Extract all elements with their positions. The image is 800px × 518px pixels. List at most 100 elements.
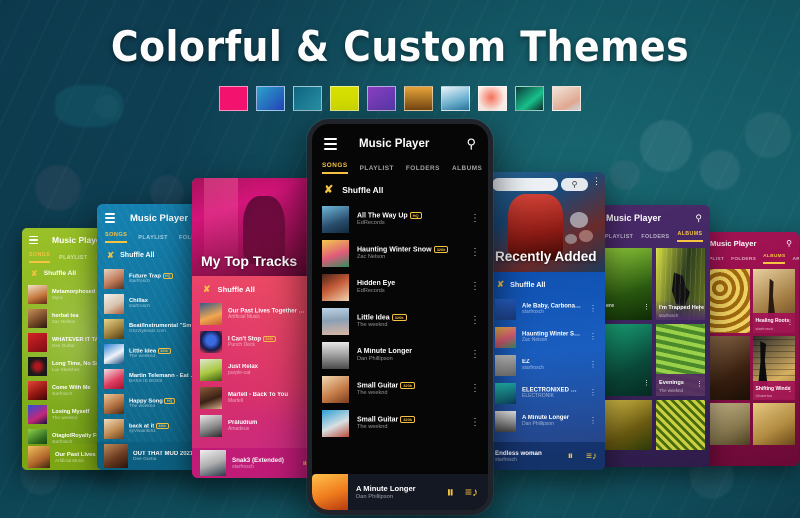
tab-playlist[interactable]: PLIST [709,257,724,262]
overflow-menu-icon[interactable]: ⋮ [589,304,597,313]
overflow-menu-icon[interactable]: ⋮ [787,387,793,393]
table-row[interactable]: Little Idea 320k The weeknd ⋮ [312,304,488,338]
overflow-menu-icon[interactable]: ⋮ [643,304,650,311]
overflow-menu-icon[interactable]: ⋮ [589,388,597,397]
overflow-menu-icon[interactable]: ⋮ [643,380,650,387]
list-item[interactable]: Ale Baby, Carbonara HQ starfrosch ⋮ [487,295,605,323]
search-icon[interactable]: ⚲ [786,239,792,248]
tab-playlist[interactable]: PLAYLIST [59,255,87,261]
search-input[interactable] [492,178,558,191]
overflow-menu-icon[interactable]: ⋮ [787,320,793,326]
list-item[interactable]: Haunting Winter Snow 320k Zac Nelson ⋮ [487,323,605,351]
list-item[interactable]: Beat/Instrumental "Smoke W... Grizzlybea… [97,316,205,341]
tab-albums[interactable]: ALBUMS [677,231,703,242]
overflow-menu-icon[interactable]: ⋮ [470,384,480,394]
overflow-menu-icon[interactable]: ⋮ [470,214,480,224]
tab-folders[interactable]: FOLDERS [641,234,669,240]
album-card[interactable] [707,269,750,333]
theme-swatch-pink[interactable] [219,86,248,111]
album-card[interactable]: Shifting Winds Vivaertos ⋮ [752,336,795,400]
shuffle-all-row[interactable]: ✘ Shuffle All [487,272,605,295]
tab-folders[interactable]: FOLDERS [731,257,756,262]
list-item[interactable]: Happy Song HQ The weeknd [97,391,205,416]
album-card[interactable]: I'm Trapped Here starfrosch ⋮ [656,248,705,320]
theme-swatch-peach-photo[interactable] [552,86,581,111]
album-card[interactable] [656,400,705,450]
overflow-menu-icon[interactable]: ⋮ [589,332,597,341]
album-card[interactable]: Healing Roots starfrosch ⋮ [752,269,795,333]
tab-playlist[interactable]: PLAYLIST [138,235,168,241]
list-item[interactable]: Chillax starfrosch [97,291,205,316]
list-item[interactable]: Martell - Back To You Martell [192,384,314,412]
tab-songs[interactable]: SONGS [29,252,51,263]
hamburger-icon[interactable] [105,213,115,223]
pause-icon[interactable]: ⏸ [568,450,573,463]
hamburger-icon[interactable] [324,138,337,150]
list-item[interactable]: A Minute Longer Dan Phillipson ⋮ [487,407,605,435]
shuffle-all-row[interactable]: ✘ Shuffle All [192,276,314,300]
list-item[interactable]: Our Past Lives Together HQ Artificial Mu… [192,300,314,328]
tab-albums[interactable]: ALBUMS [763,254,786,264]
pause-icon[interactable]: ⏸ [446,485,453,500]
now-playing-bar[interactable]: Endless woman starfrosch ⏸ ≡♪ [487,442,605,470]
album-card[interactable] [752,403,795,445]
overflow-menu-icon[interactable]: ⋮ [470,350,480,360]
table-row[interactable]: Small Guitar 320k The weeknd ⋮ [312,406,488,440]
list-item[interactable]: I Can't Stop 320k Punch Deck [192,328,314,356]
now-playing-bar[interactable]: A Minute Longer Dan Phillipson ⏸ ≡♪ [312,474,488,510]
overflow-menu-icon[interactable]: ⋮ [470,282,480,292]
theme-swatch-purple-gradient[interactable] [367,86,396,111]
theme-swatch-ice-blue-photo[interactable] [441,86,470,111]
tab-songs[interactable]: SONGS [105,232,128,243]
shuffle-all-row[interactable]: ✘ Shuffle All [97,243,205,266]
overflow-menu-icon[interactable]: ⋮ [589,360,597,369]
table-row[interactable]: Small Guitar 320k The weeknd ⋮ [312,372,488,406]
theme-swatch-coral-flower-photo[interactable] [478,86,507,111]
overflow-menu-icon[interactable]: ⋮ [470,316,480,326]
theme-swatch-blue-gradient[interactable] [256,86,285,111]
table-row[interactable]: A Minute Longer Dan Phillipson ⋮ [312,338,488,372]
overflow-menu-icon[interactable]: ⋮ [696,381,703,388]
theme-swatch-yellow-green[interactable] [330,86,359,111]
album-card[interactable] [603,400,652,450]
tab-artists[interactable]: AR [792,257,799,262]
tab-playlist[interactable]: PLAYLIST [360,165,394,172]
table-row[interactable]: All The Way Up HQ EdRecords ⋮ [312,202,488,236]
now-playing-bar[interactable]: OUT THAT MUD 2021 Dee Gurba [97,442,205,470]
table-row[interactable]: Hidden Eye EdRecords ⋮ [312,270,488,304]
list-item[interactable]: Little Idea 320k The weeknd [97,341,205,366]
queue-icon[interactable]: ≡♪ [586,451,597,462]
theme-swatch-teal-gradient[interactable] [293,86,322,111]
tab-playlist[interactable]: PLAYLIST [605,234,633,240]
queue-icon[interactable]: ≡♪ [465,486,478,498]
search-icon[interactable]: ⚲ [695,213,702,224]
tab-albums[interactable]: ALBUMS [452,165,482,172]
shuffle-all-row[interactable]: ✘ Shuffle All [312,174,488,202]
album-card[interactable]: Evenings The weeknd ⋮ [656,324,705,396]
list-item[interactable]: Martin Telemann - Eat Drums BASS IS BOSS [97,366,205,391]
list-item[interactable]: Future Trap HQ starfrosch [97,266,205,291]
overflow-menu-icon[interactable]: ⋮ [696,305,703,312]
list-item[interactable]: Präludium Amadeus [192,412,314,440]
tab-folders[interactable]: FOLDERS [406,165,440,172]
search-icon[interactable]: ⚲ [561,178,588,191]
hamburger-icon[interactable] [29,235,38,245]
overflow-menu-icon[interactable]: ⋮ [589,416,597,425]
overflow-menu-icon[interactable]: ⋮ [592,177,601,186]
tab-songs[interactable]: SONGS [322,162,348,174]
album-card[interactable] [707,336,750,400]
search-icon[interactable]: ⚲ [466,136,476,152]
album-card[interactable]: ⋮ [603,324,652,396]
list-item[interactable]: EZ starfrosch ⋮ [487,351,605,379]
overflow-menu-icon[interactable]: ⋮ [470,418,480,428]
pause-icon[interactable]: ⏸ [302,458,306,469]
theme-swatch-emerald-photo[interactable] [515,86,544,111]
table-row[interactable]: Haunting Winter Snow 320k Zac Nelson ⋮ [312,236,488,270]
list-item[interactable]: Just Relax purple-cat [192,356,314,384]
album-card[interactable]: ere ⋮ [603,248,652,320]
now-playing-bar[interactable]: Snak3 (Extended) starfrosch ⏸ [192,448,314,478]
overflow-menu-icon[interactable]: ⋮ [470,248,480,258]
theme-swatch-orange-mountain[interactable] [404,86,433,111]
list-item[interactable]: back at it 320k @Vivianlofi1 [97,416,205,441]
list-item[interactable]: ELECTRONIXED 320k ELECTRONIK ⋮ [487,379,605,407]
